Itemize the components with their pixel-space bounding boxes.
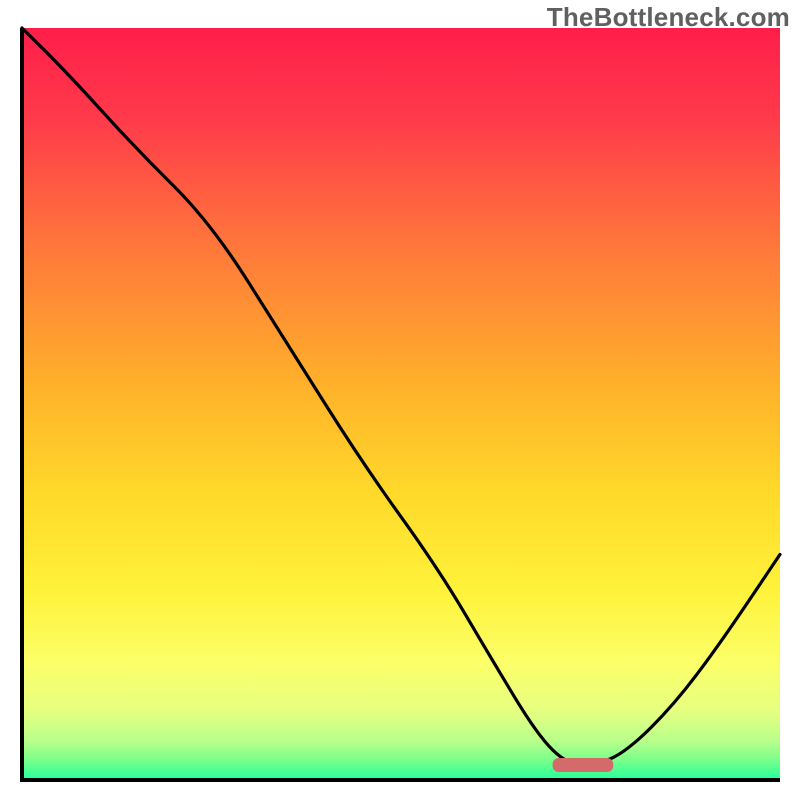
gradient-background bbox=[22, 28, 780, 778]
watermark-text: TheBottleneck.com bbox=[547, 2, 790, 33]
chart-container: TheBottleneck.com bbox=[0, 0, 800, 800]
optimal-marker bbox=[553, 758, 614, 772]
chart-svg bbox=[0, 0, 800, 800]
